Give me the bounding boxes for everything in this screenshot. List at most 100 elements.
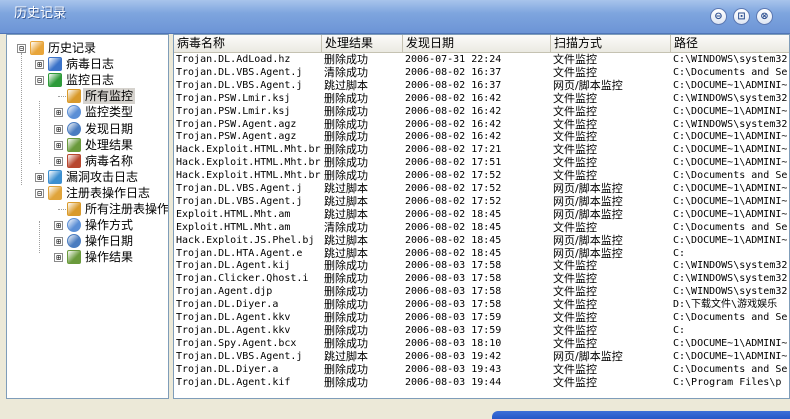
tree-item-13[interactable]: ⊞ 操作结果: [7, 249, 167, 265]
collapse-toggle-icon[interactable]: ⊟: [35, 188, 44, 198]
table-cell: 删除成功: [324, 311, 368, 324]
table-row[interactable]: Trojan.DL.Agent.kij 删除成功 2006-08-03 17:58 文…: [174, 259, 789, 272]
tree-item-8[interactable]: ⊞ 漏洞攻击日志: [7, 169, 167, 185]
expand-toggle-icon[interactable]: ⊞: [54, 156, 63, 166]
collapse-toggle-icon[interactable]: ⊟: [35, 76, 44, 86]
table-cell: 跳过脚本: [324, 246, 368, 260]
table-row[interactable]: Trojan.DL.VBS.Agent.j 跳过脚本 2006-08-02 17:5…: [174, 182, 789, 195]
table-cell: 文件监控: [553, 117, 597, 131]
table-cell: Trojan.DL.VBS.Agent.j: [176, 183, 303, 194]
table-row[interactable]: Trojan.PSW.Agent.agz 删除成功 2006-08-02 16:42…: [174, 130, 789, 143]
registry-book-icon: [48, 185, 62, 200]
column-header[interactable]: 处理结果: [322, 35, 403, 52]
table-row[interactable]: Trojan.DL.Diyer.a 删除成功 2006-08-03 19:43 文件监…: [174, 363, 789, 376]
window-titlebar[interactable]: 历史记录 ⊖ ⊡ ⊗: [0, 0, 790, 34]
table-row[interactable]: Trojan.DL.HTA.Agent.e 跳过脚本 2006-08-02 18:4…: [174, 246, 789, 260]
table-row[interactable]: Trojan.DL.Diyer.a 删除成功 2006-08-03 17:58 文件监…: [174, 298, 789, 312]
expand-toggle-icon[interactable]: ⊞: [35, 172, 44, 182]
table-cell: 删除成功: [324, 156, 368, 170]
tree-item-9[interactable]: ⊟ 注册表操作日志: [7, 185, 167, 201]
table-row[interactable]: Trojan.Spy.Agent.bcx 删除成功 2006-08-03 18:10…: [174, 337, 789, 350]
table-row[interactable]: Hack.Exploit.HTML.Mht.br 删除成功 2006-08-02 1…: [174, 143, 789, 156]
table-cell: Hack.Exploit.JS.Phel.bj: [176, 234, 315, 246]
expand-toggle-icon[interactable]: ⊞: [54, 140, 63, 150]
table-row[interactable]: Trojan.DL.VBS.Agent.j 跳过脚本 2006-08-02 16:3…: [174, 79, 789, 92]
table-cell: C:: [673, 247, 686, 259]
table-row[interactable]: Exploit.HTML.Mht.am 跳过脚本 2006-08-02 18:45 网…: [174, 207, 789, 221]
table-row[interactable]: Trojan.DL.VBS.Agent.j 跳过脚本 2006-08-02 17:5…: [174, 195, 789, 208]
table-row[interactable]: Trojan.DL.Agent.kkv 删除成功 2006-08-03 17:59 文…: [174, 324, 789, 337]
table-row[interactable]: Trojan.PSW.Lmir.ksj 删除成功 2006-08-02 16:42 文…: [174, 92, 789, 105]
expand-toggle-icon[interactable]: ⊞: [35, 60, 44, 70]
restore-button[interactable]: ⊡: [733, 8, 750, 25]
column-header[interactable]: 发现日期: [403, 35, 551, 52]
table-row[interactable]: Trojan.Agent.djp 删除成功 2006-08-03 17:58 文件监控…: [174, 285, 789, 298]
tree-item-3[interactable]: 所有监控: [7, 88, 167, 105]
table-row[interactable]: Exploit.HTML.Mht.am 清除成功 2006-08-02 18:45 文…: [174, 221, 789, 234]
table-cell: Trojan.PSW.Lmir.ksj: [176, 105, 291, 117]
tree-item-6[interactable]: ⊞ 处理结果: [7, 137, 167, 153]
history-table[interactable]: 病毒名称 处理结果 发现日期 扫描方式 路径 Trojan.DL.AdLoad.hz 删除…: [173, 34, 790, 399]
column-header[interactable]: 病毒名称: [174, 35, 322, 52]
close-button[interactable]: ⊗: [756, 8, 773, 25]
table-cell: 2006-08-03 17:58: [405, 273, 502, 285]
tree-item-2[interactable]: ⊟ 监控日志: [7, 72, 167, 88]
tree-item-label: 监控类型: [85, 105, 134, 120]
table-row[interactable]: Trojan.DL.Agent.kif 删除成功 2006-08-03 19:44 文…: [174, 376, 789, 389]
expand-toggle-icon[interactable]: ⊞: [54, 124, 63, 134]
history-tree[interactable]: ⊟ 历史记录 ⊞ 病毒日志 ⊟ 监控日志 所有监控 ⊞ 监控类型 ⊞ 发现日期 ⊞ 处理结果 ⊞ 病毒名称 ⊞…: [6, 34, 169, 399]
table-row[interactable]: Trojan.DL.Agent.kkv 删除成功 2006-08-03 17:59 文…: [174, 311, 789, 324]
table-row[interactable]: Trojan.DL.VBS.Agent.j 跳过脚本 2006-08-03 19:4…: [174, 350, 789, 363]
table-cell: 文件监控: [553, 169, 597, 183]
expand-toggle-icon[interactable]: ⊞: [54, 108, 63, 118]
table-cell: 2006-08-02 17:52: [405, 170, 502, 182]
tree-item-12[interactable]: ⊞ 操作日期: [7, 233, 167, 249]
table-cell: C:\DOCUME~1\ADMINI~: [673, 105, 788, 117]
tree-item-label: 监控日志: [66, 73, 115, 88]
table-row[interactable]: Trojan.PSW.Agent.agz 删除成功 2006-08-02 16:42…: [174, 117, 789, 131]
table-cell: C:\DOCUME~1\ADMINI~: [673, 208, 788, 220]
table-cell: 2006-08-02 16:42: [405, 118, 502, 130]
table-row[interactable]: Trojan.DL.AdLoad.hz 删除成功 2006-07-31 22:24 文…: [174, 53, 789, 66]
table-header: 病毒名称 处理结果 发现日期 扫描方式 路径: [174, 35, 789, 53]
tree-item-label: 操作结果: [85, 250, 134, 265]
table-cell: 2006-08-03 19:42: [405, 350, 502, 362]
table-cell: 文件监控: [553, 104, 597, 118]
table-cell: 跳过脚本: [324, 207, 368, 221]
tree-item-1[interactable]: ⊞ 病毒日志: [7, 56, 167, 72]
table-row[interactable]: Hack.Exploit.HTML.Mht.br 删除成功 2006-08-02 1…: [174, 156, 789, 170]
clock-icon: [67, 121, 81, 136]
tree-item-10[interactable]: 所有注册表操作: [7, 201, 168, 217]
table-cell: Trojan.PSW.Agent.agz: [176, 131, 297, 143]
table-cell: C:\Documents and Se: [673, 170, 788, 182]
table-cell: 2006-08-02 17:51: [405, 157, 502, 169]
column-header[interactable]: 路径: [671, 35, 789, 52]
tree-item-label: 病毒日志: [66, 57, 115, 72]
tree-item-7[interactable]: ⊞ 病毒名称: [7, 153, 167, 169]
expand-toggle-icon[interactable]: ⊞: [54, 221, 63, 231]
minimize-button[interactable]: ⊖: [710, 8, 727, 25]
table-cell: 2006-08-02 16:42: [405, 131, 502, 143]
expand-toggle-icon[interactable]: ⊞: [54, 253, 63, 263]
tree-item-11[interactable]: ⊞ 操作方式: [7, 217, 167, 233]
table-row[interactable]: Trojan.PSW.Lmir.ksj 删除成功 2006-08-02 16:42 文…: [174, 104, 789, 118]
tree-item-5[interactable]: ⊞ 发现日期: [7, 121, 167, 137]
table-cell: Trojan.Agent.djp: [176, 286, 273, 298]
table-row[interactable]: Trojan.DL.VBS.Agent.j 清除成功 2006-08-02 16:3…: [174, 66, 789, 79]
table-cell: C:\WINDOWS\system32: [673, 54, 788, 65]
table-row[interactable]: Hack.Exploit.HTML.Mht.br 删除成功 2006-08-02 1…: [174, 169, 789, 183]
table-row[interactable]: Hack.Exploit.JS.Phel.bj 跳过脚本 2006-08-02 18…: [174, 234, 789, 247]
table-row[interactable]: Trojan.Clicker.Qhost.i 删除成功 2006-08-03 17:…: [174, 272, 789, 285]
tree-item-0[interactable]: ⊟ 历史记录: [7, 40, 167, 56]
table-cell: 2006-08-03 17:59: [405, 324, 502, 336]
collapse-toggle-icon[interactable]: ⊟: [17, 44, 26, 53]
column-header[interactable]: 扫描方式: [551, 35, 671, 52]
table-cell: 删除成功: [324, 298, 368, 312]
expand-toggle-icon[interactable]: ⊞: [54, 237, 63, 247]
table-cell: C:\WINDOWS\system32: [673, 260, 788, 272]
table-cell: 2006-08-02 18:45: [405, 234, 502, 246]
table-cell: 2006-08-02 16:42: [405, 92, 502, 104]
tree-item-4[interactable]: ⊞ 监控类型: [7, 104, 167, 120]
tree-item-label: 病毒名称: [85, 153, 134, 168]
tree-item-label: 处理结果: [85, 137, 134, 152]
